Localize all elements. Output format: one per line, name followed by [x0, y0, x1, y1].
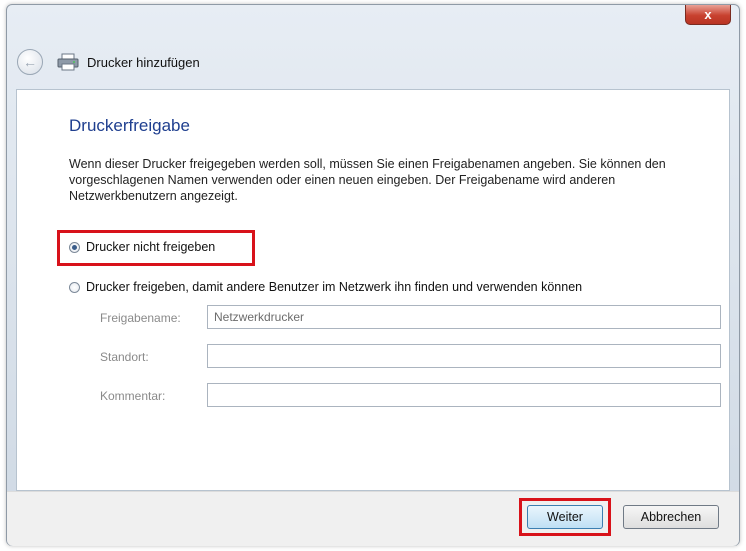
- radio-no-share-label: Drucker nicht freigeben: [86, 240, 216, 254]
- radio-button-checked[interactable]: [69, 241, 80, 253]
- window-title: Drucker hinzufügen: [87, 55, 200, 70]
- intro-text: Wenn dieser Drucker freigegeben werden s…: [69, 157, 666, 203]
- close-button[interactable]: x: [685, 5, 731, 25]
- comment-label: Kommentar:: [100, 389, 166, 403]
- radio-button-unchecked[interactable]: [69, 281, 80, 293]
- add-printer-window: x ← Drucker hinzufügen Druckerfreigabe W…: [6, 4, 740, 546]
- wizard-footer: Weiter Abbrechen: [7, 491, 739, 546]
- next-button[interactable]: Weiter: [527, 505, 603, 529]
- comment-input[interactable]: [207, 383, 721, 407]
- radio-no-share[interactable]: Drucker nicht freigeben: [69, 240, 215, 254]
- location-input[interactable]: [207, 344, 721, 368]
- back-arrow-icon[interactable]: ←: [17, 49, 43, 75]
- share-name-input[interactable]: Netzwerkdrucker: [207, 305, 721, 329]
- wizard-content: Druckerfreigabe Wenn dieser Drucker frei…: [16, 89, 730, 491]
- cancel-button[interactable]: Abbrechen: [623, 505, 719, 529]
- printer-icon: [57, 53, 79, 71]
- location-label: Standort:: [100, 350, 149, 364]
- wizard-nav-bar: ← Drucker hinzufügen: [7, 45, 739, 87]
- radio-share-label: Drucker freigeben, damit andere Benutzer…: [86, 280, 583, 294]
- title-bar: x: [7, 5, 739, 35]
- radio-share[interactable]: Drucker freigeben, damit andere Benutzer…: [69, 280, 582, 294]
- share-name-label: Freigabename:: [100, 311, 181, 325]
- page-title: Druckerfreigabe: [69, 116, 190, 135]
